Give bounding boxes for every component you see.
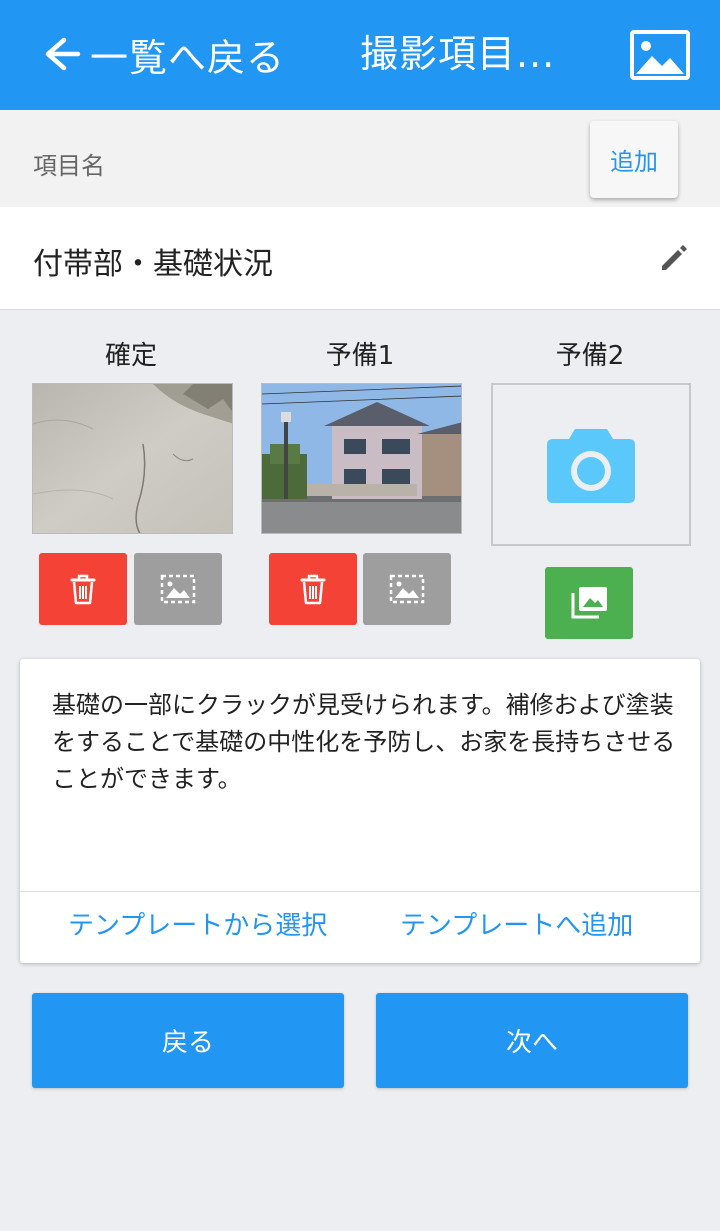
item-name-field[interactable]: 付帯部・基礎状況 — [0, 207, 720, 310]
add-button[interactable]: 追加 — [590, 121, 678, 198]
next-button[interactable]: 次へ — [376, 993, 688, 1088]
select-from-template-link[interactable]: テンプレートから選択 — [68, 904, 327, 949]
image-icon[interactable] — [630, 30, 690, 80]
arrow-left-icon — [45, 37, 81, 71]
back-to-list-label: 一覧へ戻る — [90, 35, 286, 80]
crop-photo-button[interactable] — [363, 553, 451, 625]
photo-library-icon — [571, 587, 607, 619]
photo-confirmed[interactable] — [32, 383, 233, 534]
camera-icon — [547, 428, 635, 503]
page-title: 撮影項目... — [360, 32, 556, 76]
back-to-list-button[interactable]: 一覧へ戻る — [30, 22, 285, 86]
crop-photo-button[interactable] — [134, 553, 222, 625]
image-crop-icon — [389, 574, 425, 604]
item-name-value: 付帯部・基礎状況 — [33, 247, 273, 282]
pencil-icon[interactable] — [658, 242, 690, 274]
comment-card: 基礎の一部にクラックが見受けられます。補修および塗装をすることで基礎の中性化を予… — [20, 659, 700, 963]
trash-icon — [70, 574, 96, 605]
slot-label-confirmed: 確定 — [104, 341, 157, 371]
photo-spare1[interactable] — [261, 383, 462, 534]
app-bar: 一覧へ戻る 撮影項目... — [0, 0, 720, 110]
card-divider — [20, 891, 700, 892]
pick-from-gallery-button[interactable] — [545, 567, 633, 639]
photo-spare2-empty[interactable] — [491, 383, 691, 546]
image-crop-icon — [160, 574, 196, 604]
delete-photo-button[interactable] — [269, 553, 357, 625]
trash-icon — [300, 574, 326, 605]
back-button[interactable]: 戻る — [32, 993, 344, 1088]
add-to-template-link[interactable]: テンプレートへ追加 — [400, 904, 633, 949]
slot-label-spare2: 予備2 — [555, 341, 625, 371]
slot-label-spare1: 予備1 — [325, 341, 395, 371]
delete-photo-button[interactable] — [39, 553, 127, 625]
item-name-label: 項目名 — [33, 152, 105, 180]
comment-textarea[interactable]: 基礎の一部にクラックが見受けられます。補修および塗装をすることで基礎の中性化を予… — [52, 687, 677, 798]
